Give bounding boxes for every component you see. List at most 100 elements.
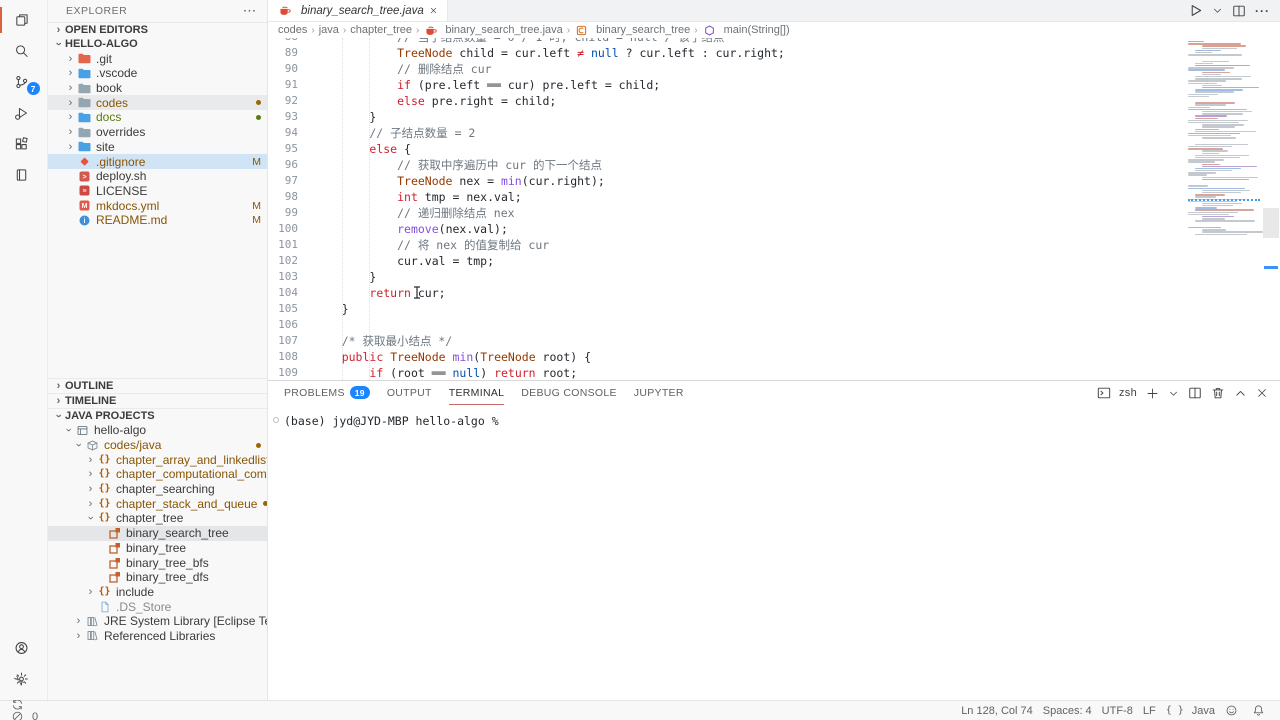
- tree-item-label: codes/java: [104, 438, 161, 452]
- chevron-collapsed-icon: ›: [64, 52, 77, 66]
- braces-icon: {}: [97, 512, 112, 524]
- tree-item-binary-tree-dfs[interactable]: ›binary_tree_dfs: [48, 570, 267, 585]
- breadcrumb: codes›java›chapter_tree›binary_search_tr…: [268, 22, 1280, 38]
- tree-item-vscode[interactable]: ›.vscode: [48, 66, 267, 81]
- activity-bar-item-notebook[interactable]: [0, 159, 48, 190]
- tree-item-jre-system-library-eclipse-temurin-17-17[interactable]: ›JRE System Library [Eclipse Temurin 17 …: [48, 614, 267, 629]
- split-terminal-button[interactable]: [1188, 386, 1202, 400]
- explorer-title: EXPLORER: [66, 5, 127, 17]
- tree-item-mkdocs-yml[interactable]: ›Mmkdocs.ymlM: [48, 198, 267, 213]
- tree-item-chapter-array-and-linkedlist[interactable]: ›{}chapter_array_and_linkedlist: [48, 452, 267, 467]
- tree-item-license[interactable]: ›≡LICENSE: [48, 184, 267, 199]
- chevron-expanded-icon: ›: [72, 439, 86, 452]
- run-dropdown-chevron-icon[interactable]: [1212, 5, 1223, 16]
- tree-item-git[interactable]: ›.git: [48, 51, 267, 66]
- split-editor-button[interactable]: [1232, 4, 1246, 18]
- close-icon[interactable]: [429, 6, 438, 15]
- java-projects-section[interactable]: › JAVA PROJECTS: [48, 408, 267, 423]
- activity-bar-item-extensions[interactable]: [0, 128, 48, 159]
- tree-item-deploy-sh[interactable]: ›>deploy.sh: [48, 169, 267, 184]
- open-editors-section[interactable]: › OPEN EDITORS: [48, 22, 267, 37]
- terminal-command-decoration[interactable]: [273, 417, 279, 423]
- activity-bar-item-search[interactable]: [0, 35, 48, 66]
- panel-tab-output[interactable]: OUTPUT: [387, 381, 432, 405]
- more-actions-icon[interactable]: ···: [244, 5, 258, 17]
- tree-item-hello-algo[interactable]: ›hello-algo: [48, 423, 267, 438]
- maximize-panel-button[interactable]: [1234, 387, 1247, 400]
- tree-item-chapter-computational-complexity[interactable]: ›{}chapter_computational_complexity: [48, 467, 267, 482]
- tree-item-overrides[interactable]: ›overrides: [48, 125, 267, 140]
- tree-item-binary-tree-bfs[interactable]: ›binary_tree_bfs: [48, 555, 267, 570]
- terminal-shell-selector[interactable]: zsh: [1097, 387, 1137, 399]
- tree-item-label: include: [116, 585, 154, 599]
- activity-bar-item-explorer[interactable]: [0, 4, 48, 35]
- code-line-89: 89 TreeNode child = cur.left ≠ null ? cu…: [268, 45, 1186, 61]
- breadcrumb-item-codes[interactable]: codes: [278, 24, 307, 36]
- status-end-of-line[interactable]: LF: [1138, 705, 1161, 717]
- breadcrumb-label: binary_search_tree.java: [445, 24, 562, 36]
- chevron-collapsed-icon: ›: [52, 23, 65, 37]
- status-feedback[interactable]: [1220, 705, 1247, 717]
- git-modified-badge: M: [252, 213, 261, 227]
- chevron-collapsed-icon: ›: [64, 110, 77, 124]
- status-notifications[interactable]: [1247, 705, 1274, 717]
- tree-item-include[interactable]: ›{}include: [48, 585, 267, 600]
- status-errors[interactable]: 0: [6, 711, 75, 720]
- tree-item-gitignore[interactable]: ›.gitignoreM: [48, 154, 267, 169]
- minimap[interactable]: [1186, 38, 1262, 380]
- status-end-of-line-text: LF: [1143, 705, 1156, 717]
- tree-item-binary-tree[interactable]: ›binary_tree: [48, 541, 267, 556]
- tree-item-binary-search-tree[interactable]: ›binary_search_tree: [48, 526, 267, 541]
- tree-item-book[interactable]: ›book: [48, 81, 267, 96]
- code-line-text: cur.val = tmp;: [314, 253, 494, 269]
- status-language-mode[interactable]: { }Java: [1161, 705, 1220, 717]
- scrollbar-thumb[interactable]: [1263, 208, 1279, 238]
- code-editor[interactable]: 88 // 当子结点数量 = 0 / 1 时, child = null / 该…: [268, 38, 1186, 380]
- status-sync[interactable]: [6, 699, 75, 711]
- kill-terminal-button[interactable]: [1211, 386, 1225, 400]
- code-line-text: }: [314, 269, 376, 285]
- tree-item-label: chapter_tree: [116, 511, 183, 525]
- new-terminal-button[interactable]: [1146, 387, 1159, 400]
- breadcrumb-item-binary-search-tree[interactable]: binary_search_tree: [574, 24, 690, 36]
- tree-item-codes[interactable]: ›codes: [48, 95, 267, 110]
- breadcrumb-item-binary-search-tree-java[interactable]: binary_search_tree.java: [423, 24, 562, 36]
- activity-bar-item-run-and-debug[interactable]: [0, 97, 48, 128]
- tree-item-label: chapter_computational_complexity: [116, 467, 267, 481]
- tree-item-codes-java[interactable]: › codes/java: [48, 438, 267, 453]
- tree-item-site[interactable]: ›site: [48, 140, 267, 155]
- terminal-dropdown-chevron-icon[interactable]: [1168, 388, 1179, 399]
- activity-bar-item-accounts[interactable]: [0, 632, 48, 663]
- panel-tab-jupyter[interactable]: JUPYTER: [634, 381, 684, 405]
- panel-tab-debug-console[interactable]: DEBUG CONSOLE: [521, 381, 617, 405]
- editor-scrollbar[interactable]: [1262, 38, 1280, 380]
- tree-item-chapter-searching[interactable]: ›{}chapter_searching: [48, 482, 267, 497]
- more-actions-icon[interactable]: ···: [1255, 4, 1270, 18]
- code-line-text: // 获取中序遍历中 cur 的下一个结点: [314, 157, 602, 173]
- tree-item-ds-store[interactable]: ›.DS_Store: [48, 599, 267, 614]
- project-root-section[interactable]: › HELLO-ALGO: [48, 37, 267, 52]
- tree-item-chapter-stack-and-queue[interactable]: ›{}chapter_stack_and_queue: [48, 496, 267, 511]
- breadcrumb-item-java[interactable]: java: [319, 24, 339, 36]
- breadcrumb-label: codes: [278, 24, 307, 36]
- panel-tab-terminal[interactable]: TERMINAL: [449, 381, 505, 405]
- run-and-debug-icon: [14, 107, 29, 119]
- status-cursor-position[interactable]: Ln 128, Col 74: [956, 705, 1038, 717]
- close-panel-button[interactable]: [1256, 387, 1268, 399]
- tree-item-chapter-tree[interactable]: ›{}chapter_tree: [48, 511, 267, 526]
- tree-item-referenced-libraries[interactable]: ›Referenced Libraries: [48, 629, 267, 644]
- activity-bar-item-source-control[interactable]: 7: [0, 66, 48, 97]
- run-button[interactable]: [1188, 3, 1203, 18]
- status-indentation[interactable]: Spaces: 4: [1038, 705, 1097, 717]
- tab-binary-search-tree[interactable]: binary_search_tree.java: [268, 0, 448, 21]
- active-item-indicator: [0, 7, 2, 33]
- breadcrumb-item-chapter-tree[interactable]: chapter_tree: [350, 24, 412, 36]
- outline-section[interactable]: › OUTLINE: [48, 378, 267, 393]
- status-encoding[interactable]: UTF-8: [1097, 705, 1138, 717]
- terminal[interactable]: (base) jyd@JYD-MBP hello-algo %: [268, 405, 1280, 700]
- breadcrumb-item-main-string[interactable]: main(String[]): [702, 24, 790, 36]
- tree-item-readme-md[interactable]: ›iREADME.mdM: [48, 213, 267, 228]
- timeline-section[interactable]: › TIMELINE: [48, 393, 267, 408]
- panel-tab-problems[interactable]: PROBLEMS19: [284, 381, 370, 405]
- tree-item-docs[interactable]: ›docs: [48, 110, 267, 125]
